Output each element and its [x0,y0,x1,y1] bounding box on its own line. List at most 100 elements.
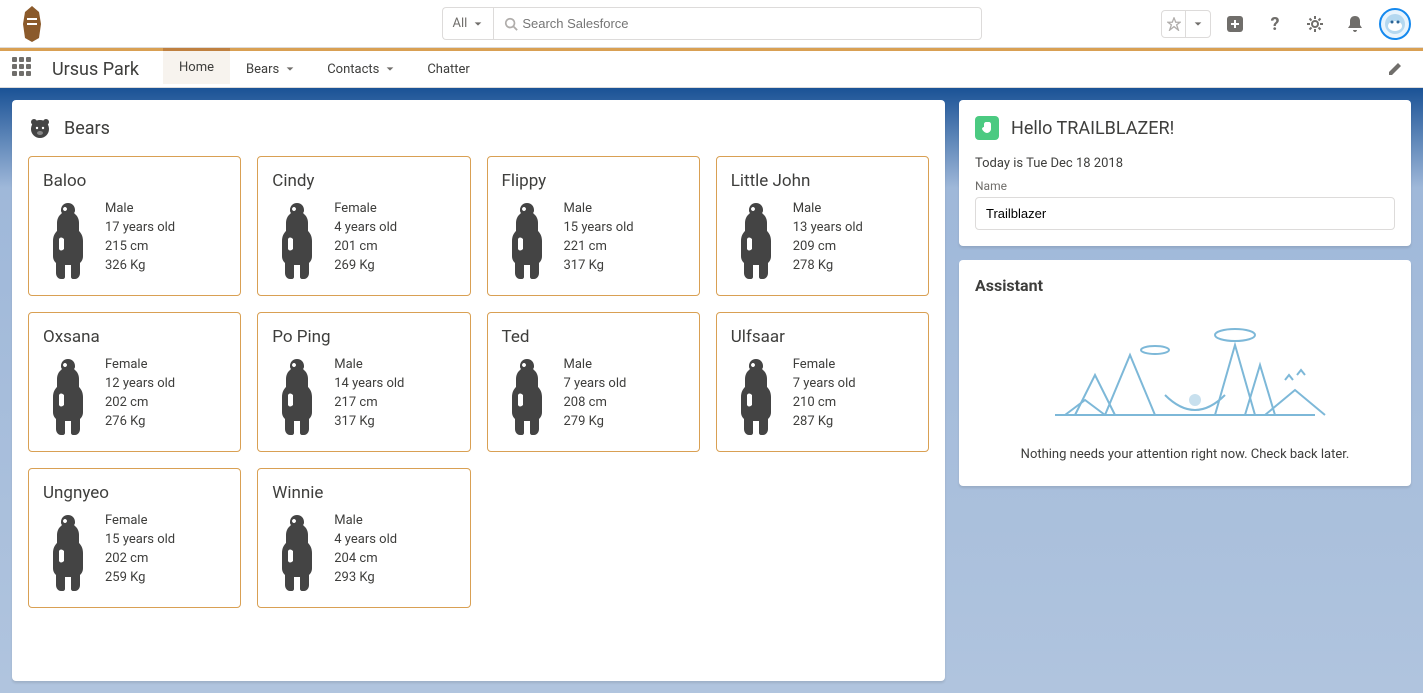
favorites-menu-button[interactable] [1186,11,1210,37]
bear-sex: Female [105,357,175,372]
bell-icon [1346,15,1364,33]
bear-height: 204 cm [334,551,397,566]
bear-name: Little John [731,171,914,191]
bear-silhouette-icon [272,201,322,281]
nav-item-bears[interactable]: Bears [230,51,311,87]
nav-item-chatter[interactable]: Chatter [411,51,486,87]
bear-height: 215 cm [105,239,175,254]
bear-height: 209 cm [793,239,863,254]
bear-weight: 326 Kg [105,258,175,273]
bear-age: 7 years old [564,376,627,391]
search-scope-label: All [453,16,468,31]
bear-age: 12 years old [105,376,175,391]
bear-sex: Male [793,201,863,216]
nav-item-label: Home [179,60,214,75]
favorites-split-button [1161,10,1211,38]
edit-nav-button[interactable] [1379,53,1411,85]
setup-button[interactable] [1299,8,1331,40]
bear-silhouette-icon [731,357,781,437]
bear-head-icon [28,116,52,140]
chevron-down-icon [1193,19,1203,29]
bear-weight: 287 Kg [793,414,856,429]
bear-card[interactable]: Oxsana Female 12 years old 202 cm 276 Kg [28,312,241,452]
bear-card[interactable]: Little John Male 13 years old 209 cm 278… [716,156,929,296]
global-header: All ? [0,0,1423,48]
hello-date: Today is Tue Dec 18 2018 [975,156,1395,171]
nav-item-contacts[interactable]: Contacts [311,51,411,87]
chevron-down-icon [385,64,395,74]
bear-age: 17 years old [105,220,175,235]
bear-name: Oxsana [43,327,226,347]
hello-title: Hello TRAILBLAZER! [1011,118,1174,139]
hello-card: Hello TRAILBLAZER! Today is Tue Dec 18 2… [959,100,1411,246]
nav-item-home[interactable]: Home [163,48,230,84]
bear-card[interactable]: Ulfsaar Female 7 years old 210 cm 287 Kg [716,312,929,452]
bears-title: Bears [64,118,110,139]
search-scope-select[interactable]: All [442,7,494,40]
app-launcher-button[interactable] [12,57,36,81]
bear-card[interactable]: Ted Male 7 years old 208 cm 279 Kg [487,312,700,452]
bear-card[interactable]: Cindy Female 4 years old 201 cm 269 Kg [257,156,470,296]
favorite-button[interactable] [1162,11,1186,37]
bear-name: Ted [502,327,685,347]
bear-height: 202 cm [105,551,175,566]
nav-item-label: Bears [246,62,279,77]
bear-weight: 278 Kg [793,258,863,273]
hand-icon [980,121,994,135]
bear-name: Baloo [43,171,226,191]
content-area: Bears Baloo Male 17 years old 215 cm 326… [0,88,1423,693]
bear-sex: Female [334,201,397,216]
bear-silhouette-icon [502,357,552,437]
bear-weight: 293 Kg [334,570,397,585]
bear-stats: Male 17 years old 215 cm 326 Kg [105,201,175,273]
bear-card[interactable]: Flippy Male 15 years old 221 cm 317 Kg [487,156,700,296]
header-actions: ? [1161,8,1411,40]
bear-silhouette-icon [272,357,322,437]
bear-card[interactable]: Winnie Male 4 years old 204 cm 293 Kg [257,468,470,608]
bear-age: 7 years old [793,376,856,391]
add-button[interactable] [1219,8,1251,40]
assistant-message: Nothing needs your attention right now. … [1021,447,1350,462]
notifications-button[interactable] [1339,8,1371,40]
bear-stats: Male 15 years old 221 cm 317 Kg [564,201,634,273]
assistant-illustration: Nothing needs your attention right now. … [975,307,1395,470]
bear-silhouette-icon [43,357,93,437]
assistant-card: Assistant [959,260,1411,486]
bear-stats: Female 15 years old 202 cm 259 Kg [105,513,175,585]
help-button[interactable]: ? [1259,8,1291,40]
bear-age: 4 years old [334,532,397,547]
gear-icon [1305,14,1325,34]
bear-stats: Male 7 years old 208 cm 279 Kg [564,357,627,429]
nav-bar: Ursus Park HomeBearsContactsChatter [0,48,1423,88]
name-field-label: Name [975,179,1395,193]
bear-card[interactable]: Baloo Male 17 years old 215 cm 326 Kg [28,156,241,296]
assistant-title: Assistant [975,276,1395,295]
bear-height: 201 cm [334,239,397,254]
bear-sex: Male [105,201,175,216]
bear-stats: Male 13 years old 209 cm 278 Kg [793,201,863,273]
bear-name: Po Ping [272,327,455,347]
avatar[interactable] [1379,8,1411,40]
bears-card: Bears Baloo Male 17 years old 215 cm 326… [12,100,945,681]
bear-weight: 276 Kg [105,414,175,429]
name-input[interactable] [975,197,1395,230]
bears-section-header: Bears [28,116,929,140]
bear-height: 221 cm [564,239,634,254]
search-input-container [493,7,981,40]
nav-item-label: Chatter [427,62,470,77]
app-logo [12,4,52,44]
bear-height: 208 cm [564,395,627,410]
question-icon: ? [1265,14,1285,34]
bear-card[interactable]: Ungnyeo Female 15 years old 202 cm 259 K… [28,468,241,608]
hello-header: Hello TRAILBLAZER! [975,116,1395,140]
bear-height: 210 cm [793,395,856,410]
star-icon [1167,17,1181,31]
bear-weight: 317 Kg [334,414,404,429]
bear-silhouette-icon [731,201,781,281]
bear-age: 14 years old [334,376,404,391]
search-input[interactable] [518,8,970,39]
chevron-down-icon [473,19,483,29]
bear-height: 217 cm [334,395,404,410]
bear-stats: Male 14 years old 217 cm 317 Kg [334,357,404,429]
bear-card[interactable]: Po Ping Male 14 years old 217 cm 317 Kg [257,312,470,452]
